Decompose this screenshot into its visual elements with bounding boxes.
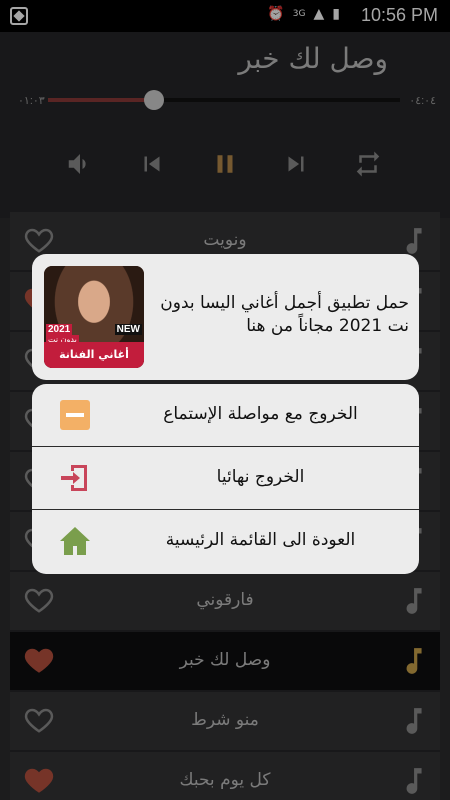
promo-app-image[interactable]: 2021 NEW بدون نت أغاني الفنانة اليسا [44,266,144,368]
promo-card[interactable]: 2021 NEW بدون نت أغاني الفنانة اليسا حمل… [32,254,419,380]
promo-image-title: أغاني الفنانة اليسا [44,342,144,368]
promo-year-badge: 2021 [46,324,73,335]
minus-icon [60,400,90,430]
exit-keep-listening-label: الخروج مع مواصلة الإستماع [163,404,358,424]
exit-app-item[interactable]: الخروج نهائيا [32,447,419,510]
exit-app-label: الخروج نهائيا [216,467,305,487]
exit-keep-listening-item[interactable]: الخروج مع مواصلة الإستماع [32,384,419,447]
exit-icon [61,465,87,491]
back-to-main-label: العودة الى القائمة الرئيسية [165,530,356,550]
home-icon [60,527,90,555]
promo-new-badge: NEW [114,324,142,335]
promo-text[interactable]: حمل تطبيق أجمل أغاني اليسا بدون نت 2021 … [151,292,409,338]
back-to-main-item[interactable]: العودة الى القائمة الرئيسية [32,510,419,573]
exit-menu: الخروج مع مواصلة الإستماع الخروج نهائيا … [32,384,419,574]
